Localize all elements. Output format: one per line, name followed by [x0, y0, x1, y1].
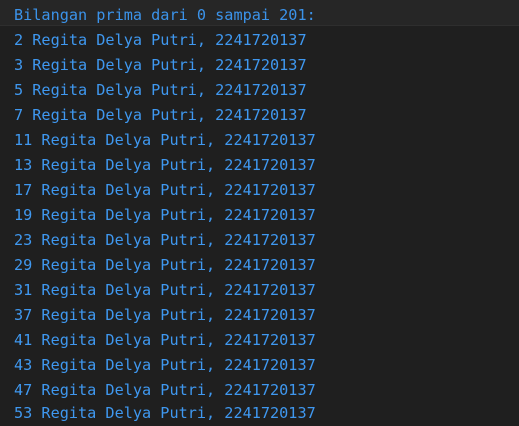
output-line: 41 Regita Delya Putri, 2241720137: [14, 331, 316, 349]
output-line: 53 Regita Delya Putri, 2241720137: [14, 404, 316, 422]
output-line: 17 Regita Delya Putri, 2241720137: [14, 181, 316, 199]
output-line: 29 Regita Delya Putri, 2241720137: [14, 256, 316, 274]
output-line: 31 Regita Delya Putri, 2241720137: [14, 281, 316, 299]
output-line: 7 Regita Delya Putri, 2241720137: [14, 106, 307, 124]
output-line: 2 Regita Delya Putri, 2241720137: [14, 31, 307, 49]
output-line: 3 Regita Delya Putri, 2241720137: [14, 56, 307, 74]
terminal-output-panel: Bilangan prima dari 0 sampai 201: 2 Regi…: [0, 0, 519, 426]
output-line: 23 Regita Delya Putri, 2241720137: [14, 231, 316, 249]
output-line: 5 Regita Delya Putri, 2241720137: [14, 81, 307, 99]
output-line: 19 Regita Delya Putri, 2241720137: [14, 206, 316, 224]
output-header: Bilangan prima dari 0 sampai 201:: [14, 6, 316, 24]
output-line: 37 Regita Delya Putri, 2241720137: [14, 306, 316, 324]
output-line: 11 Regita Delya Putri, 2241720137: [14, 131, 316, 149]
output-line: 43 Regita Delya Putri, 2241720137: [14, 356, 316, 374]
output-line: 47 Regita Delya Putri, 2241720137: [14, 381, 316, 399]
output-line: 13 Regita Delya Putri, 2241720137: [14, 156, 316, 174]
